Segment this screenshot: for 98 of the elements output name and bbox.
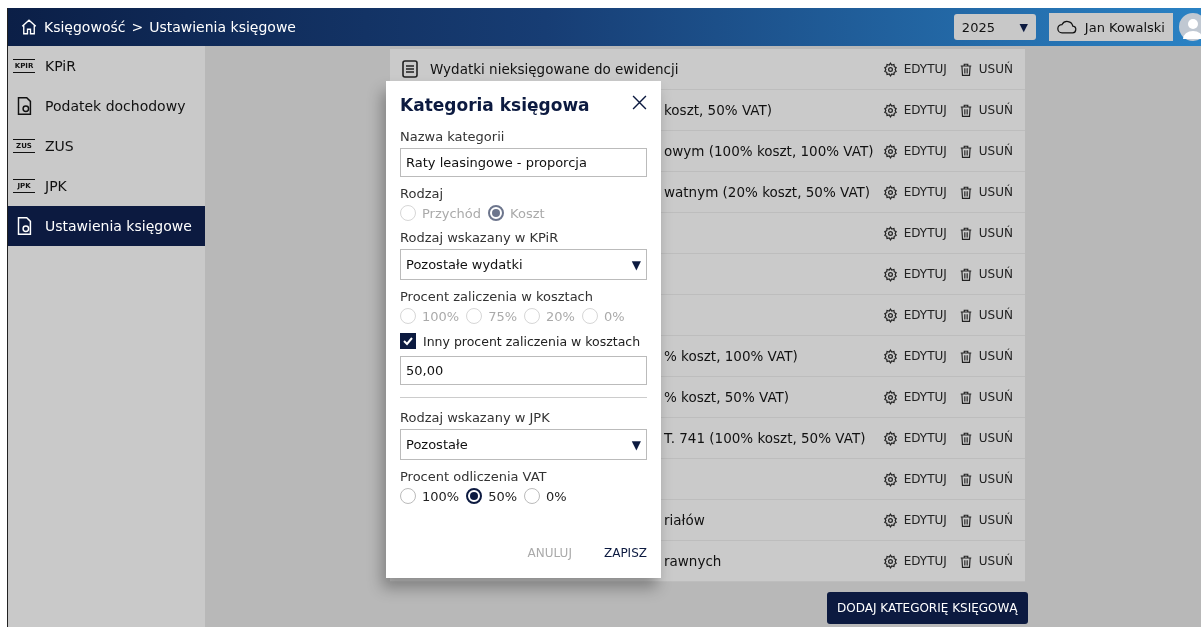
dropdown-field[interactable]: Pozostałe ▼	[400, 429, 647, 460]
gear-icon	[882, 512, 898, 528]
trash-icon	[958, 389, 973, 405]
gear-icon	[882, 184, 898, 200]
gear-icon	[882, 225, 898, 241]
edit-link[interactable]: EDYTUJ	[882, 225, 947, 241]
trash-icon	[958, 512, 973, 528]
avatar-icon[interactable]	[1179, 13, 1201, 41]
gear-icon	[882, 389, 898, 405]
cloud-icon	[1056, 20, 1077, 34]
delete-link[interactable]: USUŃ	[958, 553, 1013, 569]
edit-link[interactable]: EDYTUJ	[882, 184, 947, 200]
input-field[interactable]: Raty leasingowe - proporcja	[400, 148, 647, 177]
breadcrumb-current: Ustawienia księgowe	[149, 19, 296, 35]
trash-icon	[958, 553, 973, 569]
sidebar-item[interactable]: Podatek dochodowy	[8, 86, 205, 126]
delete-link[interactable]: USUŃ	[958, 471, 1013, 487]
radio-label: 100%	[422, 308, 460, 324]
edit-link[interactable]: EDYTUJ	[882, 266, 947, 282]
add-category-button[interactable]: DODAJ KATEGORIĘ KSIĘGOWĄ	[827, 592, 1028, 624]
gear-icon	[882, 102, 898, 118]
category-name: % koszt, 50% VAT)	[664, 389, 790, 405]
gear-icon	[882, 307, 898, 323]
radio-label: 0%	[546, 488, 567, 504]
delete-link[interactable]: USUŃ	[958, 430, 1013, 446]
radio-label: 0%	[604, 308, 625, 324]
category-name: owym (100% koszt, 100% VAT)	[664, 143, 874, 159]
list-icon	[402, 60, 418, 78]
trash-icon	[958, 102, 973, 118]
radio-label: 20%	[546, 308, 575, 324]
gear-icon	[882, 266, 898, 282]
checkbox[interactable]	[400, 333, 416, 349]
breadcrumb-link[interactable]: Księgowość	[44, 19, 126, 35]
trash-icon	[958, 61, 973, 77]
radio-label: Koszt	[510, 205, 545, 221]
trash-icon	[958, 348, 973, 364]
field-label: Procent odliczenia VAT	[400, 469, 548, 484]
edit-link[interactable]: EDYTUJ	[882, 471, 947, 487]
input-field[interactable]: 50,00	[400, 356, 647, 385]
user-button[interactable]: Jan Kowalski	[1048, 13, 1173, 41]
trash-icon	[958, 307, 973, 323]
category-name: T. 741 (100% koszt, 50% VAT)	[664, 430, 866, 446]
home-icon[interactable]	[20, 18, 38, 36]
delete-link[interactable]: USUŃ	[958, 512, 1013, 528]
edit-link[interactable]: EDYTUJ	[882, 348, 947, 364]
category-name: watnym (20% koszt, 50% VAT)	[664, 184, 871, 200]
category-name: % koszt, 100% VAT)	[664, 348, 798, 364]
checkbox-label: Inny procent zaliczenia w kosztach	[423, 333, 641, 349]
trash-icon	[958, 430, 973, 446]
radio-button[interactable]	[466, 488, 483, 504]
sidebar-item[interactable]: Ustawienia księgowe	[8, 206, 205, 246]
dialog-button[interactable]: ZAPISZ	[603, 546, 647, 560]
breadcrumb-separator: >	[131, 19, 144, 35]
edit-link[interactable]: EDYTUJ	[882, 430, 947, 446]
gear-icon	[882, 553, 898, 569]
category-name: rawnych	[664, 553, 722, 569]
delete-link[interactable]: USUŃ	[958, 184, 1013, 200]
category-name: riałów	[664, 512, 705, 528]
edit-link[interactable]: EDYTUJ	[882, 61, 947, 77]
field-label: Nazwa kategorii	[400, 129, 506, 144]
gear-icon	[882, 348, 898, 364]
dialog-title: Kategoria księgowa	[400, 95, 590, 115]
radio-label: 75%	[488, 308, 518, 324]
field-label: Rodzaj	[400, 186, 445, 201]
delete-link[interactable]: USUŃ	[958, 61, 1013, 77]
year-select[interactable]: 2025 ▼	[953, 14, 1036, 40]
delete-link[interactable]: USUŃ	[958, 266, 1013, 282]
trash-icon	[958, 143, 973, 159]
edit-link[interactable]: EDYTUJ	[882, 143, 947, 159]
edit-link[interactable]: EDYTUJ	[882, 307, 947, 323]
field-label: Procent zaliczenia w kosztach	[400, 289, 594, 304]
trash-icon	[958, 225, 973, 241]
gear-icon	[882, 61, 898, 77]
delete-link[interactable]: USUŃ	[958, 143, 1013, 159]
field-label: Rodzaj wskazany w KPiR	[400, 230, 560, 245]
category-name: Wydatki nieksięgowane do ewidencji	[430, 61, 679, 77]
dropdown-field[interactable]: Pozostałe wydatki ▼	[400, 249, 647, 280]
trash-icon	[958, 471, 973, 487]
gear-icon	[882, 471, 898, 487]
close-icon[interactable]	[632, 95, 647, 110]
edit-link[interactable]: EDYTUJ	[882, 553, 947, 569]
delete-link[interactable]: USUŃ	[958, 225, 1013, 241]
radio-label: 100%	[422, 488, 460, 504]
delete-link[interactable]: USUŃ	[958, 307, 1013, 323]
field-label: Rodzaj wskazany w JPK	[400, 410, 551, 425]
trash-icon	[958, 184, 973, 200]
edit-link[interactable]: EDYTUJ	[882, 389, 947, 405]
edit-link[interactable]: EDYTUJ	[882, 512, 947, 528]
delete-link[interactable]: USUŃ	[958, 102, 1013, 118]
delete-link[interactable]: USUŃ	[958, 389, 1013, 405]
gear-icon	[882, 430, 898, 446]
edit-link[interactable]: EDYTUJ	[882, 102, 947, 118]
radio-label: 50%	[488, 488, 518, 504]
gear-icon	[882, 143, 898, 159]
delete-link[interactable]: USUŃ	[958, 348, 1013, 364]
trash-icon	[958, 266, 973, 282]
radio-label: Przychód	[422, 205, 482, 221]
category-name: koszt, 50% VAT)	[664, 102, 772, 118]
